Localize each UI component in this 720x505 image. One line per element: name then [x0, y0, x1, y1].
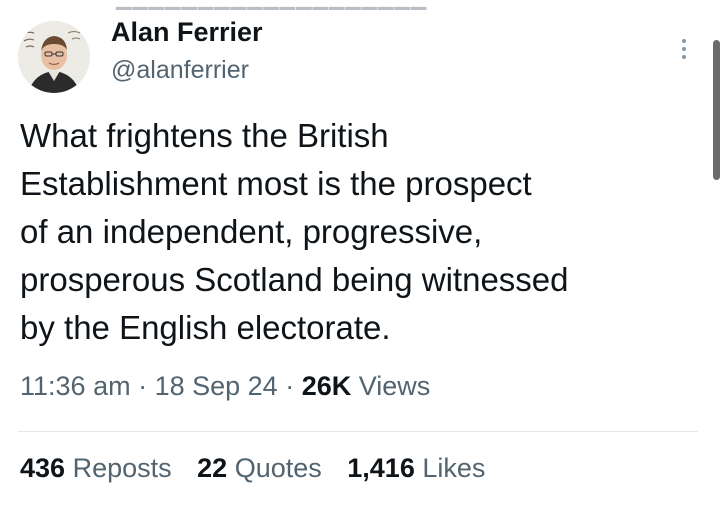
tweet-date[interactable]: 18 Sep 24 [155, 371, 278, 401]
tweet-time[interactable]: 11:36 am [20, 371, 131, 401]
tweet-text-line: prosperous Scotland being witnessed [20, 261, 569, 298]
reposts-count: 436 [20, 453, 66, 483]
tweet-text-line: Establishment most is the prospect [20, 165, 532, 202]
more-dot [682, 47, 686, 51]
tweet-text-line: of an independent, progressive, [20, 213, 483, 250]
divider [18, 431, 698, 432]
separator: · [277, 371, 302, 401]
tweet-text-line: by the English electorate. [20, 309, 391, 346]
tweet-text: What frightens the British Establishment… [20, 112, 690, 352]
quotes-count: 22 [197, 453, 228, 483]
separator: · [130, 371, 155, 401]
author-handle[interactable]: @alanferrier [111, 56, 249, 85]
quotes-label: Quotes [227, 453, 322, 483]
more-dot [682, 55, 686, 59]
reposts-stat[interactable]: 436 Reposts [20, 453, 172, 483]
views-label[interactable]: Views [351, 371, 431, 401]
previous-reply-cutoff: ▁▁▁▁▁▁▁▁▁▁▁▁▁▁▁▁▁▁▁ [116, 0, 427, 11]
scrollbar[interactable] [713, 40, 720, 180]
tweet-detail: ▁▁▁▁▁▁▁▁▁▁▁▁▁▁▁▁▁▁▁ Alan Ferrier @alanfe… [0, 0, 720, 505]
tweet-text-line: What frightens the British [20, 117, 389, 154]
quotes-stat[interactable]: 22 Quotes [197, 453, 322, 483]
likes-stat[interactable]: 1,416 Likes [347, 453, 485, 483]
avatar[interactable] [18, 21, 90, 93]
likes-count: 1,416 [347, 453, 415, 483]
tweet-meta: 11:36 am · 18 Sep 24 · 26K Views [20, 371, 430, 402]
more-dot [682, 39, 686, 43]
more-options-icon[interactable] [672, 34, 696, 64]
author-name[interactable]: Alan Ferrier [111, 17, 263, 48]
reposts-label: Reposts [65, 453, 172, 483]
views-count[interactable]: 26K [302, 371, 352, 401]
likes-label: Likes [414, 453, 486, 483]
avatar-photo [18, 21, 90, 93]
engagement-stats: 436 Reposts 22 Quotes 1,416 Likes [20, 453, 503, 484]
